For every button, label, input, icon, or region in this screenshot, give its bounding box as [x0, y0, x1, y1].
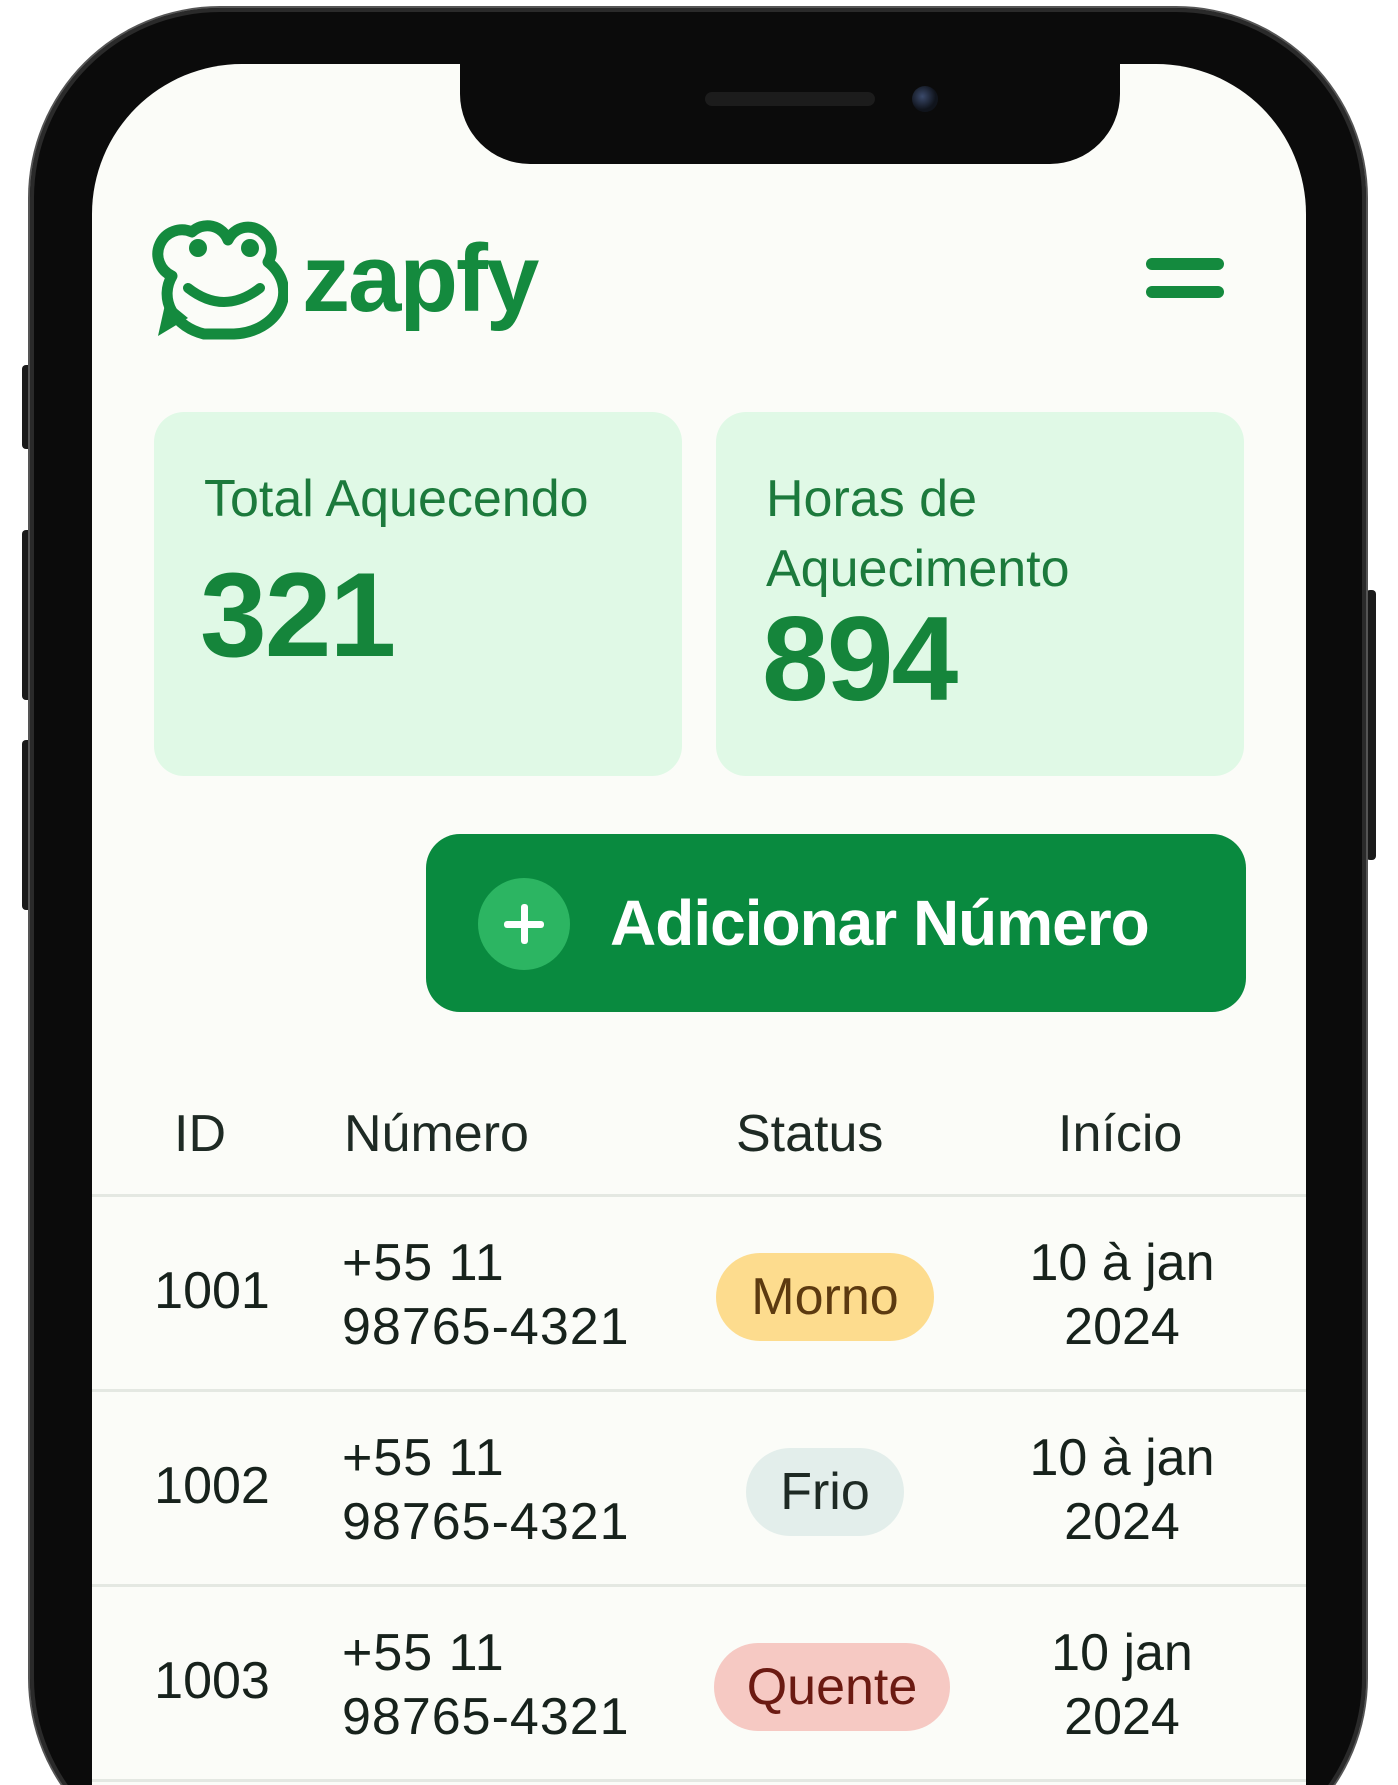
menu-line-bottom [1146, 286, 1224, 298]
table-row[interactable]: 1002 +55 11 98765-4321 Frio 10 à jan 202… [92, 1392, 1306, 1587]
table-header: ID Número Status Início [92, 1064, 1306, 1197]
stat-value: 321 [200, 548, 396, 682]
speaker-grille [705, 92, 875, 106]
cell-id: 1002 [154, 1457, 270, 1515]
stat-card-horas-aquecimento: Horas de Aquecimento 894 [716, 412, 1244, 776]
stat-value: 894 [762, 592, 958, 726]
cell-id: 1003 [154, 1652, 270, 1710]
status-badge: Quente [714, 1643, 950, 1731]
cell-date: 10 jan 2024 [1051, 1624, 1193, 1746]
plus-icon-v [521, 904, 528, 944]
status-badge: Morno [716, 1253, 934, 1341]
app-header: zapfy [152, 214, 1252, 354]
brand-name: zapfy [302, 225, 539, 332]
power-button [1366, 590, 1376, 860]
header-inicio[interactable]: Início [1058, 1104, 1182, 1164]
numbers-table: ID Número Status Início 1001 +55 11 9876… [92, 1064, 1306, 1782]
header-status[interactable]: Status [736, 1104, 883, 1164]
table-row[interactable]: 1001 +55 11 98765-4321 Morno 10 à jan 20… [92, 1197, 1306, 1392]
cell-number: +55 11 98765-4321 [342, 1234, 630, 1356]
frog-chat-icon [152, 214, 290, 344]
app-stage: zapfy Total Aquecendo 321 Horas de Aquec… [0, 0, 1398, 1785]
cell-number: +55 11 98765-4321 [342, 1429, 630, 1551]
stat-card-total-aquecendo: Total Aquecendo 321 [154, 412, 682, 776]
phone-screen: zapfy Total Aquecendo 321 Horas de Aquec… [92, 64, 1306, 1785]
add-number-button[interactable]: Adicionar Número [426, 834, 1246, 1012]
cell-number: +55 11 98765-4321 [342, 1624, 630, 1746]
table-row[interactable]: 1003 +55 11 98765-4321 Quente 10 jan 202… [92, 1587, 1306, 1782]
add-number-label: Adicionar Número [610, 887, 1150, 959]
stat-label: Horas de Aquecimento [766, 470, 1070, 598]
plus-icon [478, 878, 570, 970]
cell-id: 1001 [154, 1262, 270, 1320]
menu-line-top [1146, 258, 1224, 270]
header-numero[interactable]: Número [344, 1104, 529, 1164]
cell-date: 10 à jan 2024 [1029, 1234, 1215, 1356]
status-badge: Frio [746, 1448, 904, 1536]
stat-label: Total Aquecendo [204, 470, 589, 528]
header-id[interactable]: ID [174, 1104, 226, 1164]
notch [460, 64, 1120, 164]
hamburger-menu-icon[interactable] [1146, 254, 1224, 302]
cell-date: 10 à jan 2024 [1029, 1429, 1215, 1551]
front-camera [912, 86, 938, 112]
